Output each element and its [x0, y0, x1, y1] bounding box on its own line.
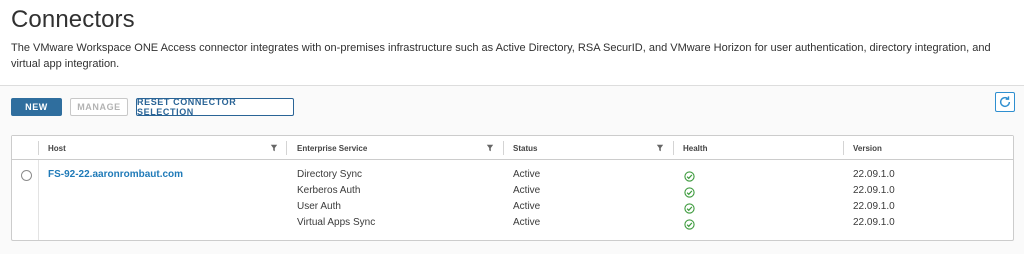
service-name: Directory Sync — [297, 169, 363, 180]
service-version: 22.09.1.0 — [853, 185, 895, 196]
refresh-icon — [999, 96, 1011, 108]
datagrid-header: Host Enterprise Service Status Health Ve… — [12, 136, 1013, 160]
manage-button: MANAGE — [70, 98, 128, 116]
service-status: Active — [513, 217, 541, 228]
column-header-version[interactable]: Version — [853, 136, 882, 160]
page-header: Connectors The VMware Workspace ONE Acce… — [0, 0, 1024, 86]
column-header-status[interactable]: Status — [513, 136, 537, 160]
service-name: User Auth — [297, 201, 341, 212]
filter-icon[interactable] — [656, 144, 664, 152]
service-name: Virtual Apps Sync — [297, 217, 376, 228]
check-circle-icon — [684, 187, 695, 198]
column-header-health[interactable]: Health — [683, 136, 707, 160]
service-status: Active — [513, 201, 541, 212]
reset-connector-selection-button[interactable]: RESET CONNECTOR SELECTION — [136, 97, 294, 117]
column-separator — [286, 141, 287, 155]
refresh-button[interactable] — [995, 92, 1015, 112]
row-select-radio[interactable] — [21, 170, 32, 181]
column-separator — [673, 141, 674, 155]
column-separator — [843, 141, 844, 155]
host-link[interactable]: FS-92-22.aaronrombaut.com — [48, 169, 183, 180]
page-description: The VMware Workspace ONE Access connecto… — [11, 42, 991, 70]
service-status: Active — [513, 169, 541, 180]
column-header-enterprise-service[interactable]: Enterprise Service — [297, 136, 367, 160]
column-header-host[interactable]: Host — [48, 136, 66, 160]
service-status: Active — [513, 185, 541, 196]
check-circle-icon — [684, 171, 695, 182]
connectors-page: Connectors The VMware Workspace ONE Acce… — [0, 0, 1024, 254]
filter-icon[interactable] — [270, 144, 278, 152]
service-name: Kerberos Auth — [297, 185, 361, 196]
connectors-datagrid: Host Enterprise Service Status Health Ve… — [11, 135, 1014, 241]
column-separator — [503, 141, 504, 155]
select-column-divider — [38, 160, 39, 240]
check-circle-icon — [684, 219, 695, 230]
service-version: 22.09.1.0 — [853, 169, 895, 180]
page-title: Connectors — [11, 6, 135, 33]
new-button[interactable]: NEW — [11, 98, 62, 116]
filter-icon[interactable] — [486, 144, 494, 152]
column-separator — [38, 141, 39, 155]
service-version: 22.09.1.0 — [853, 201, 895, 212]
service-version: 22.09.1.0 — [853, 217, 895, 228]
check-circle-icon — [684, 203, 695, 214]
